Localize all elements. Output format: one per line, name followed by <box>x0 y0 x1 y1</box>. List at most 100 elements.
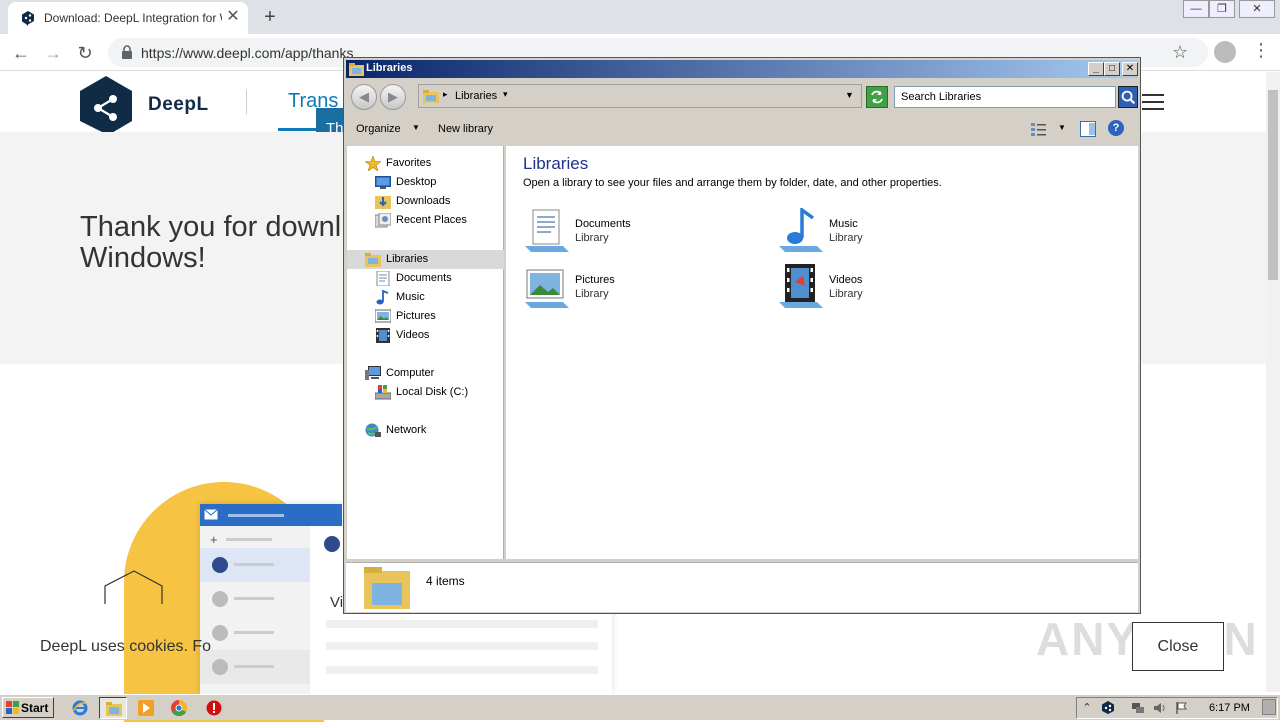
taskbar-media-player[interactable] <box>132 697 160 719</box>
preview-pane-icon[interactable] <box>1080 121 1096 137</box>
clock[interactable]: 6:17 PM <box>1209 702 1250 714</box>
header-divider <box>246 90 247 114</box>
star-icon <box>365 156 381 171</box>
scrollbar-thumb[interactable] <box>1268 90 1278 280</box>
nav-music[interactable]: Music <box>347 288 504 307</box>
mail-row-line <box>234 563 274 566</box>
forward-button[interactable]: → <box>40 40 66 66</box>
nav-music-label: Music <box>396 291 425 303</box>
start-button[interactable]: Start <box>2 697 54 718</box>
downloads-folder-icon <box>375 196 391 209</box>
explorer-minimize-button[interactable]: _ <box>1088 62 1104 76</box>
search-libraries-input[interactable]: Search Libraries <box>894 86 1116 108</box>
tab-close-icon[interactable]: ✕ <box>224 8 242 26</box>
taskbar-explorer[interactable] <box>99 697 127 719</box>
mail-compose-line <box>226 538 272 541</box>
library-type: Library <box>829 232 863 244</box>
action-center-flag-icon[interactable] <box>1175 701 1189 715</box>
new-library-button[interactable]: New library <box>438 123 493 135</box>
nav-downloads[interactable]: Downloads <box>347 192 504 211</box>
nav-desktop[interactable]: Desktop <box>347 173 504 192</box>
explorer-titlebar[interactable]: Libraries _ □ ✕ <box>346 60 1138 78</box>
nav-videos[interactable]: Videos <box>347 326 504 345</box>
address-history-dropdown-icon[interactable]: ▼ <box>845 90 854 100</box>
pictures-library-icon <box>525 269 569 308</box>
mail-sender-avatar <box>324 536 340 552</box>
tab-title: Download: DeepL Integration for Wi <box>44 11 222 25</box>
browser-tab[interactable]: Download: DeepL Integration for Wi ✕ <box>8 2 248 34</box>
navigation-pane: Favorites Desktop Downloads Recent Place… <box>347 146 504 559</box>
browser-tabstrip: Download: DeepL Integration for Wi ✕ + —… <box>0 0 1280 34</box>
nav-favorites[interactable]: Favorites <box>347 154 504 173</box>
explorer-back-button[interactable]: ◀ <box>351 84 377 110</box>
content-subtitle: Open a library to see your files and arr… <box>523 177 942 189</box>
breadcrumb-dropdown-icon[interactable]: ▾ <box>503 89 508 100</box>
browser-restore-button[interactable]: ❐ <box>1209 0 1235 18</box>
taskbar-antivirus[interactable] <box>200 697 228 719</box>
refresh-icon[interactable] <box>866 86 888 108</box>
deepl-tray-icon[interactable] <box>1101 701 1115 715</box>
library-documents[interactable]: Documents Library <box>523 208 743 258</box>
explorer-forward-button[interactable]: ▶ <box>380 84 406 110</box>
nav-local-disk[interactable]: Local Disk (C:) <box>347 383 504 402</box>
libraries-icon <box>365 253 381 267</box>
bookmark-star-icon[interactable]: ☆ <box>1172 42 1188 63</box>
mail-row-line <box>234 631 274 634</box>
browser-menu-icon[interactable]: ⋮ <box>1252 40 1270 61</box>
mail-row-line <box>234 597 274 600</box>
taskbar-ie[interactable] <box>66 697 94 719</box>
nav-documents[interactable]: Documents <box>347 269 504 288</box>
browser-minimize-button[interactable]: — <box>1183 0 1209 18</box>
library-name: Documents <box>575 218 631 230</box>
deepl-logo-icon[interactable] <box>80 76 132 140</box>
taskbar-chrome[interactable] <box>165 697 193 719</box>
hamburger-menu-icon[interactable] <box>1142 93 1164 111</box>
desktop-icon <box>375 176 391 189</box>
change-view-icon[interactable] <box>1030 121 1048 137</box>
nav-pictures[interactable]: Pictures <box>347 307 504 326</box>
nav-computer-label: Computer <box>386 367 435 379</box>
breadcrumb-arrow-icon[interactable]: ▸ <box>443 89 448 100</box>
mail-avatar-dot <box>212 625 228 641</box>
nav-recent-places-label: Recent Places <box>396 214 467 226</box>
library-music[interactable]: Music Library <box>777 208 997 258</box>
nav-recent-places[interactable]: Recent Places <box>347 211 504 230</box>
library-videos[interactable]: Videos Library <box>777 264 997 314</box>
browser-close-button[interactable]: ✕ <box>1239 0 1275 18</box>
show-desktop-button[interactable] <box>1262 699 1276 715</box>
nav-downloads-label: Downloads <box>396 195 451 207</box>
mail-row-line <box>234 665 274 668</box>
nav-libraries[interactable]: Libraries <box>347 250 504 269</box>
views-dropdown-icon[interactable]: ▼ <box>1058 123 1066 132</box>
organize-dropdown-icon[interactable]: ▼ <box>412 123 420 132</box>
chrome-icon <box>171 700 187 716</box>
mail-preview-text: Vi <box>330 594 344 611</box>
back-button[interactable]: ← <box>8 40 34 66</box>
explorer-address-bar[interactable]: ▸ Libraries ▾ ▼ <box>418 84 862 108</box>
tray-expand-icon[interactable]: ⌃ <box>1080 701 1094 715</box>
profile-avatar-icon[interactable] <box>1214 41 1236 63</box>
volume-icon[interactable] <box>1153 701 1167 715</box>
page-scrollbar[interactable] <box>1266 72 1280 692</box>
explorer-address-row: ◀ ▶ ▸ Libraries ▾ ▼ Search Libraries <box>346 80 1138 112</box>
start-label: Start <box>21 701 49 715</box>
search-icon[interactable] <box>1118 86 1138 108</box>
library-name: Music <box>829 218 858 230</box>
libraries-large-icon <box>364 567 410 609</box>
explorer-close-button[interactable]: ✕ <box>1122 62 1138 76</box>
help-icon[interactable]: ? <box>1108 120 1124 136</box>
new-tab-button[interactable]: + <box>258 5 282 29</box>
explorer-folder-icon <box>106 702 122 716</box>
explorer-maximize-button[interactable]: □ <box>1104 62 1120 76</box>
organize-button[interactable]: Organize <box>356 123 401 135</box>
library-pictures[interactable]: Pictures Library <box>523 264 743 314</box>
nav-favorites-label: Favorites <box>386 157 432 169</box>
nav-network[interactable]: Network <box>347 421 504 440</box>
network-tray-icon[interactable] <box>1131 701 1145 715</box>
system-tray: ⌃ 6:17 PM <box>1076 697 1278 719</box>
reload-button[interactable]: ↻ <box>72 40 98 66</box>
documents-library-icon <box>525 209 569 252</box>
nav-computer[interactable]: Computer <box>347 364 504 383</box>
cookie-close-button[interactable]: Close <box>1132 622 1224 671</box>
breadcrumb-libraries[interactable]: Libraries <box>455 90 497 102</box>
